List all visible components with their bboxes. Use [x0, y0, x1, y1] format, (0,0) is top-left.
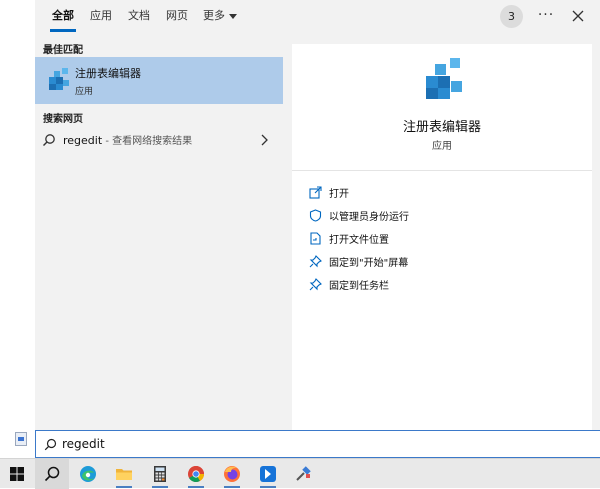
rewards-badge[interactable]: 3	[500, 5, 523, 28]
chevron-right-icon[interactable]	[259, 134, 269, 146]
action-open-file-location[interactable]: 打开文件位置	[309, 229, 579, 249]
start-button[interactable]	[0, 459, 34, 489]
taskbar-file-explorer[interactable]	[107, 459, 141, 489]
registry-editor-icon	[49, 68, 69, 90]
action-label: 以管理员身份运行	[329, 212, 409, 223]
tab-label: 文档	[128, 9, 150, 22]
close-button[interactable]	[568, 6, 588, 26]
registry-tool-icon	[296, 466, 311, 481]
best-match-item[interactable]: 注册表编辑器 应用	[35, 57, 283, 104]
app-detail-card: 注册表编辑器 应用 打开 以管理员身份运行 打开文件位置 固定到"开始"屏幕 固…	[292, 44, 592, 430]
tab-label: 更多	[203, 9, 225, 22]
app-title: 注册表编辑器	[402, 120, 481, 135]
app-type: 应用	[432, 141, 452, 152]
app-detail-header: 注册表编辑器 应用	[292, 44, 592, 170]
action-label: 打开文件位置	[329, 235, 389, 246]
search-input[interactable]	[62, 434, 562, 454]
taskbar-registry-tool[interactable]	[287, 459, 321, 489]
windows-start-icon	[10, 467, 24, 481]
file-location-icon	[310, 232, 321, 245]
best-match-type: 应用	[75, 87, 94, 97]
web-search-hint: - 查看网络搜索结果	[102, 136, 193, 147]
shield-icon	[309, 209, 322, 222]
tab-apps[interactable]: 应用	[90, 0, 112, 32]
tab-label: 应用	[90, 9, 112, 22]
taskbar	[0, 458, 600, 489]
tab-web[interactable]: 网页	[166, 0, 188, 32]
search-icon	[44, 466, 60, 482]
tab-documents[interactable]: 文档	[128, 0, 150, 32]
tab-label: 全部	[52, 9, 74, 22]
desktop-background	[0, 0, 36, 430]
firefox-icon	[224, 466, 240, 482]
taskbar-edge[interactable]	[71, 459, 105, 489]
close-icon	[572, 10, 584, 22]
best-match-name: 注册表编辑器	[75, 67, 141, 80]
calculator-icon	[154, 466, 166, 482]
chevron-down-icon	[229, 13, 237, 19]
action-pin-to-taskbar[interactable]: 固定到任务栏	[309, 275, 579, 295]
best-match-heading: 最佳匹配	[43, 45, 83, 56]
desktop-file-icon[interactable]	[15, 432, 27, 446]
web-search-query: regedit	[63, 134, 103, 147]
search-panel: 全部 应用 文档 网页 更多 3 ··· 最佳匹配 注册表编辑器 应用 搜索网页	[35, 0, 600, 430]
search-icon	[43, 134, 55, 146]
action-label: 打开	[329, 189, 349, 200]
web-search-text: regedit - 查看网络搜索结果	[63, 132, 192, 147]
file-explorer-icon	[116, 469, 132, 480]
open-icon	[309, 186, 322, 199]
registry-editor-icon	[426, 58, 462, 99]
pin-icon	[309, 278, 322, 291]
more-options-button[interactable]: ···	[535, 4, 557, 28]
action-label: 固定到"开始"屏幕	[329, 258, 409, 269]
tab-label: 网页	[166, 9, 188, 22]
pin-icon	[309, 255, 322, 268]
taskbar-firefox[interactable]	[215, 459, 249, 489]
edge-icon	[80, 466, 96, 482]
taskbar-search-button[interactable]	[35, 459, 69, 489]
store-app-icon	[260, 466, 276, 482]
search-tabs: 全部 应用 文档 网页 更多 3 ···	[35, 0, 600, 32]
taskbar-chrome[interactable]	[179, 459, 213, 489]
tab-more[interactable]: 更多	[203, 0, 237, 32]
web-search-heading: 搜索网页	[43, 114, 83, 125]
taskbar-calculator[interactable]	[143, 459, 177, 489]
tab-all[interactable]: 全部	[50, 0, 76, 32]
action-open[interactable]: 打开	[309, 183, 579, 203]
web-search-item[interactable]: regedit - 查看网络搜索结果	[35, 128, 283, 152]
taskbar-store-app[interactable]	[251, 459, 285, 489]
search-box[interactable]	[35, 430, 600, 458]
chrome-icon	[188, 466, 204, 482]
action-run-as-admin[interactable]: 以管理员身份运行	[309, 206, 579, 226]
divider	[292, 170, 592, 171]
search-icon	[44, 438, 57, 451]
action-pin-to-start[interactable]: 固定到"开始"屏幕	[309, 252, 579, 272]
action-label: 固定到任务栏	[329, 281, 389, 292]
